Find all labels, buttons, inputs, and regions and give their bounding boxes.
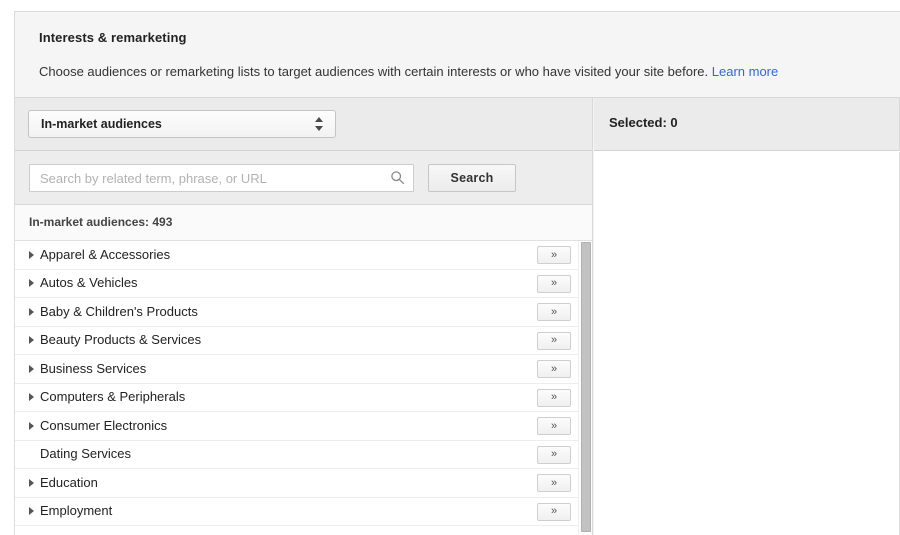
list-item[interactable]: Baby & Children's Products » xyxy=(15,298,578,327)
list-item[interactable]: Consumer Electronics » xyxy=(15,412,578,441)
expand-triangle-icon[interactable] xyxy=(28,250,39,260)
add-audience-button[interactable]: » xyxy=(537,303,571,321)
list-item[interactable]: Employment » xyxy=(15,498,578,526)
selected-count-header: Selected: 0 xyxy=(594,98,900,151)
list-item-label: Autos & Vehicles xyxy=(40,275,138,291)
add-audience-button[interactable]: » xyxy=(537,502,571,521)
audience-type-select-value: In-market audiences xyxy=(41,117,162,131)
search-input-wrap xyxy=(29,164,414,192)
add-audience-button[interactable]: » xyxy=(537,474,571,492)
list-item-label: Education xyxy=(40,474,98,490)
add-audience-button[interactable]: » xyxy=(537,388,571,407)
selected-items-list[interactable] xyxy=(594,152,900,535)
add-audience-button[interactable]: » xyxy=(537,246,571,264)
scrollbar-thumb[interactable] xyxy=(581,242,591,532)
list-item-label: Consumer Electronics xyxy=(40,417,168,433)
list-item[interactable]: Beauty Products & Services » xyxy=(15,327,578,355)
audience-list-scroll-area: Apparel & Accessories» Autos & Vehicles» B… xyxy=(15,241,592,535)
page-root: Interests & remarketing Choose audiences… xyxy=(0,0,900,535)
list-item[interactable]: Education » xyxy=(15,469,578,498)
list-item-label: Business Services xyxy=(40,360,147,376)
list-item-label: Beauty Products & Services xyxy=(40,332,202,348)
add-audience-button[interactable]: » xyxy=(537,331,571,350)
list-count-header: In-market audiences: 493 xyxy=(15,205,592,241)
list-item-label: Dating Services xyxy=(40,446,132,462)
list-item[interactable]: Apparel & Accessories » xyxy=(15,241,578,270)
interests-remarketing-module: Interests & remarketing Choose audiences… xyxy=(14,11,900,535)
add-audience-button[interactable]: » xyxy=(537,417,571,435)
expand-triangle-icon[interactable] xyxy=(28,335,39,345)
expand-triangle-icon-empty xyxy=(28,449,39,459)
expand-triangle-icon[interactable] xyxy=(28,307,39,317)
audience-type-select[interactable]: In-market audiences xyxy=(28,110,336,138)
list-item[interactable]: Business Services » xyxy=(15,355,578,384)
add-audience-button[interactable]: » xyxy=(537,360,571,378)
list-item-label: Apparel & Accessories xyxy=(40,246,171,262)
module-description-text: Choose audiences or remarketing lists to… xyxy=(39,64,709,79)
page-title: Interests & remarketing xyxy=(39,30,187,45)
add-audience-button[interactable]: » xyxy=(537,445,571,464)
audience-list-scrollbar[interactable] xyxy=(578,241,592,535)
module-body: In-market audiences Search by related te… xyxy=(15,98,900,535)
audience-browser-panel: In-market audiences Search by related te… xyxy=(15,98,593,535)
list-item-label: Baby & Children's Products xyxy=(40,303,198,319)
list-item[interactable]: Computers & Peripherals » xyxy=(15,384,578,412)
module-description: Choose audiences or remarketing lists to… xyxy=(39,64,876,80)
expand-triangle-icon[interactable] xyxy=(28,421,39,431)
expand-triangle-icon[interactable] xyxy=(28,478,39,488)
list-item[interactable]: Dating Services » xyxy=(15,441,578,469)
search-bar: Search xyxy=(15,151,592,205)
audience-type-bar: In-market audiences xyxy=(15,98,592,151)
learn-more-link[interactable]: Learn more xyxy=(712,64,778,79)
audience-list: Apparel & Accessories» Autos & Vehicles» B… xyxy=(15,241,578,526)
expand-triangle-icon[interactable] xyxy=(28,364,39,374)
list-item[interactable]: Autos & Vehicles » xyxy=(15,270,578,298)
expand-triangle-icon[interactable] xyxy=(28,392,39,402)
list-item-label: Computers & Peripherals xyxy=(40,389,186,405)
search-button[interactable]: Search xyxy=(428,164,516,192)
list-item-label: Employment xyxy=(40,503,113,519)
add-audience-button[interactable]: » xyxy=(537,274,571,293)
selected-panel: Selected: 0 xyxy=(594,98,900,535)
search-input[interactable] xyxy=(29,164,414,192)
expand-triangle-icon[interactable] xyxy=(28,506,39,516)
expand-triangle-icon[interactable] xyxy=(28,278,39,288)
module-header: Interests & remarketing Choose audiences… xyxy=(15,12,900,98)
chevron-updown-icon xyxy=(315,116,324,133)
